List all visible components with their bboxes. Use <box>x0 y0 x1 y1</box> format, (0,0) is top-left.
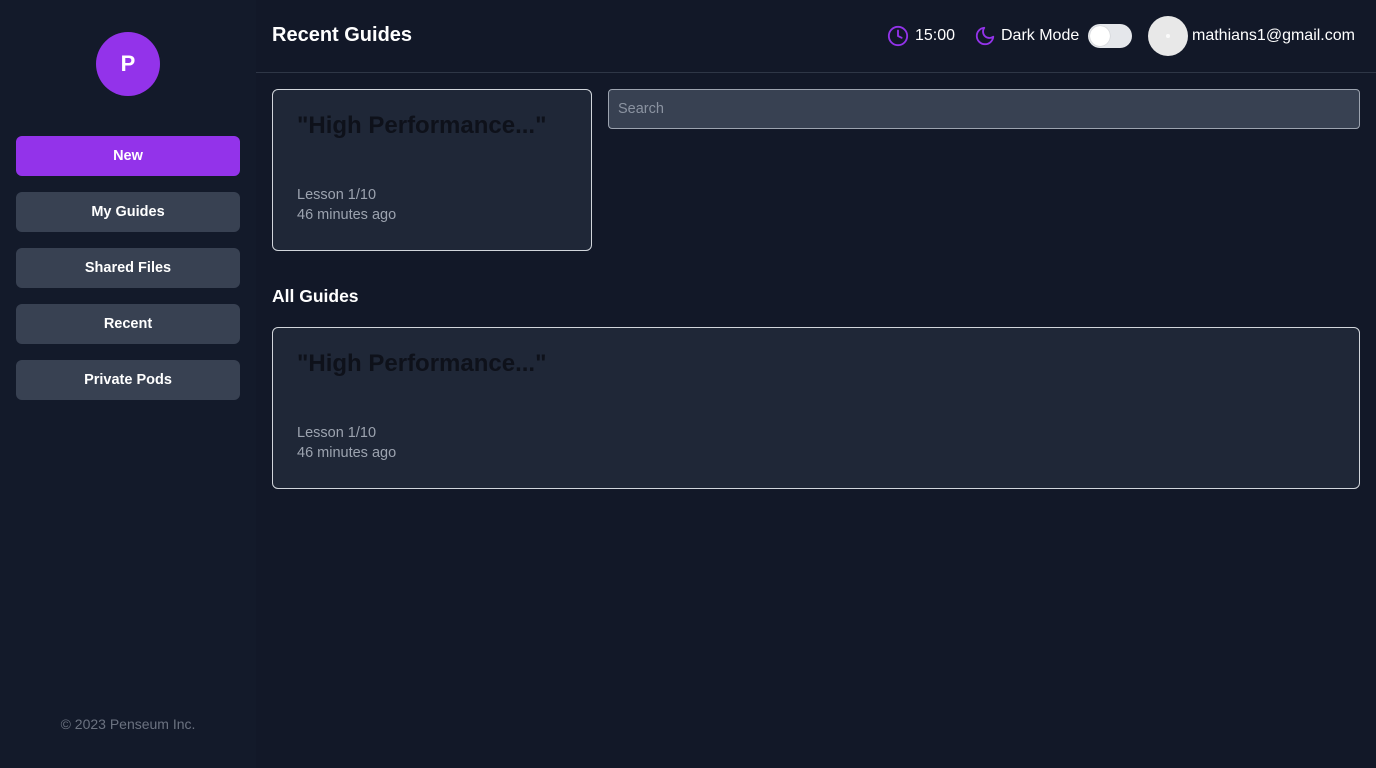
avatar[interactable] <box>1148 16 1188 56</box>
sidebar: P New My Guides Shared Files Recent Priv… <box>0 0 256 768</box>
sidebar-item-shared-files[interactable]: Shared Files <box>16 248 240 288</box>
all-guides-heading: All Guides <box>272 286 359 306</box>
page-title: Recent Guides <box>272 24 413 46</box>
search-input[interactable] <box>608 89 1360 129</box>
all-guides-card[interactable]: "High Performance..." Lesson 1/10 46 min… <box>272 327 1360 489</box>
clock-icon <box>887 25 909 47</box>
toggle-knob <box>1090 26 1110 46</box>
guide-timestamp: 46 minutes ago <box>297 207 397 223</box>
avatar-placeholder-icon <box>1166 34 1170 38</box>
guide-lesson-progress: Lesson 1/10 <box>297 425 377 441</box>
guide-title: "High Performance..." <box>297 350 547 377</box>
logo[interactable]: P <box>96 32 160 96</box>
guide-lesson-progress: Lesson 1/10 <box>297 187 377 203</box>
sidebar-item-private-pods[interactable]: Private Pods <box>16 360 240 400</box>
new-button[interactable]: New <box>16 136 240 176</box>
dark-mode-toggle[interactable] <box>1088 24 1132 48</box>
moon-icon <box>975 26 995 46</box>
timer-text: 15:00 <box>915 27 956 44</box>
dark-mode-label: Dark Mode <box>1001 27 1080 44</box>
recent-guide-card[interactable]: "High Performance..." Lesson 1/10 46 min… <box>272 89 592 251</box>
sidebar-item-my-guides[interactable]: My Guides <box>16 192 240 232</box>
guide-timestamp: 46 minutes ago <box>297 445 397 461</box>
guide-title: "High Performance..." <box>297 112 547 139</box>
user-email[interactable]: mathians1@gmail.com <box>1192 27 1355 45</box>
header: Recent Guides 15:00 Dark Mode mathians1@… <box>256 0 1376 73</box>
copyright: © 2023 Penseum Inc. <box>60 716 196 732</box>
sidebar-item-recent[interactable]: Recent <box>16 304 240 344</box>
app: P New My Guides Shared Files Recent Priv… <box>0 0 1376 768</box>
